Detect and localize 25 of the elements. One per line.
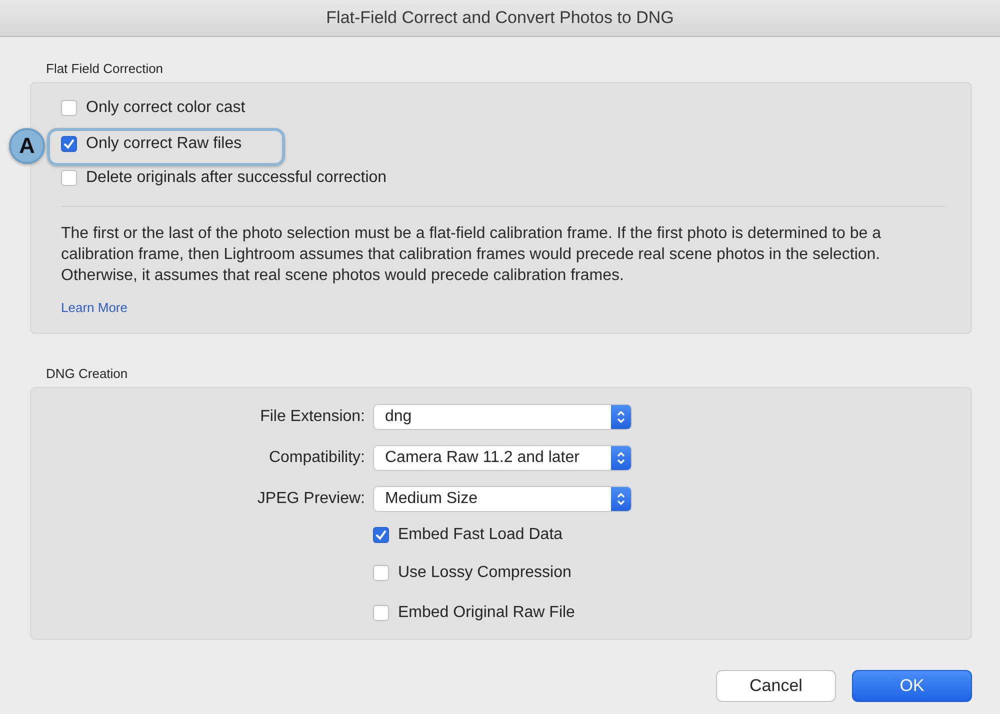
- popup-button[interactable]: Camera Raw 11.2 and later: [373, 445, 632, 471]
- ok-button[interactable]: OK: [852, 670, 972, 702]
- popup-button[interactable]: dng: [373, 404, 632, 430]
- checkbox[interactable]: Embed Fast Load Data: [373, 526, 563, 544]
- checkmark-icon: [63, 138, 75, 150]
- up-down-chevron-icon: [616, 450, 626, 466]
- checkbox[interactable]: Embed Original Raw File: [373, 604, 575, 622]
- field-label: Compatibility:: [268, 449, 365, 467]
- up-down-chevron-icon: [616, 409, 626, 425]
- popup-button[interactable]: Medium Size: [373, 486, 632, 512]
- learn-more-link[interactable]: Learn More: [61, 300, 128, 315]
- section-title: Flat Field Correction: [46, 61, 164, 76]
- window-title: Flat-Field Correct and Convert Photos to DNG: [326, 8, 674, 28]
- cancel-button[interactable]: Cancel: [716, 670, 836, 702]
- field-label: File Extension:: [259, 408, 365, 426]
- checkbox[interactable]: Only correct Raw files: [61, 135, 242, 153]
- section-title: DNG Creation: [46, 366, 128, 381]
- field-label: JPEG Preview:: [256, 490, 365, 508]
- callout-badge: A: [9, 128, 45, 164]
- up-down-chevron-icon: [616, 491, 626, 507]
- checkbox[interactable]: Only correct color cast: [61, 99, 246, 117]
- description-text: The first or the last of the photo selection must be a flat-field calibration frame. If the first photo is determined to be a calibration frame, then Lightroom assumes that calibration frames would precede real scene photos in the selection. Otherwise, it assumes that real scene photos would precede calibration frames.: [61, 224, 882, 286]
- checkbox[interactable]: Use Lossy Compression: [373, 564, 572, 582]
- checkmark-icon: [375, 529, 387, 541]
- checkbox[interactable]: Delete originals after successful correction: [61, 169, 387, 187]
